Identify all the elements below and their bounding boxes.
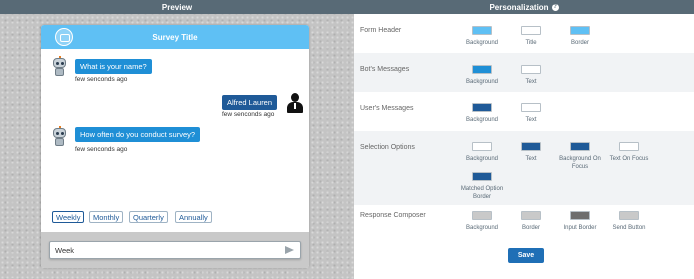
option-weekly[interactable]: Weekly — [52, 211, 85, 223]
swatch-label: Background — [465, 79, 499, 85]
option-annually[interactable]: Annually — [175, 211, 212, 223]
color-swatch[interactable] — [521, 26, 541, 35]
color-swatch[interactable] — [521, 103, 541, 112]
color-swatch[interactable] — [521, 211, 541, 220]
preview-pane: Preview Survey Title What is your name? … — [0, 0, 354, 279]
message-timestamp: few senconds ago — [75, 146, 128, 153]
color-swatch[interactable] — [521, 142, 541, 151]
swatch-user-text[interactable]: Text — [503, 103, 559, 124]
section-selection-options: Selection Options Background Text Backgr… — [354, 131, 694, 205]
swatch-bot-background[interactable]: Background — [454, 65, 510, 86]
swatch-label: Send Button — [612, 225, 646, 231]
swatch-bot-text[interactable]: Text — [503, 65, 559, 86]
section-users-messages: User's Messages Background Text — [354, 92, 694, 131]
swatch-option-text[interactable]: Text — [503, 142, 559, 163]
swatch-label: Background — [465, 156, 499, 162]
swatch-matched-option-border[interactable]: Matched Option Border — [454, 172, 510, 201]
chat-window: Survey Title What is your name? few senc… — [41, 25, 309, 268]
color-swatch[interactable] — [472, 172, 492, 181]
bot-avatar-icon — [50, 126, 70, 147]
swatch-form-header-border[interactable]: Border — [552, 26, 608, 47]
option-quarterly[interactable]: Quarterly — [129, 211, 168, 223]
swatch-composer-input-border[interactable]: Input Border — [552, 211, 608, 232]
swatch-label: Border — [570, 40, 589, 46]
survey-title: Survey Title — [152, 32, 198, 42]
swatch-option-text-on-focus[interactable]: Text On Focus — [601, 142, 657, 163]
section-bots-messages: Bot's Messages Background Text — [354, 53, 694, 92]
message-timestamp: few senconds ago — [222, 111, 275, 118]
swatch-option-background-on-focus[interactable]: Background On Focus — [552, 142, 608, 171]
swatch-label: Text — [525, 117, 537, 123]
bot-message: How often do you conduct survey? — [75, 127, 201, 142]
option-monthly[interactable]: Monthly — [89, 211, 124, 223]
save-button[interactable]: Save — [508, 248, 544, 263]
bot-message: What is your name? — [75, 59, 152, 74]
swatch-label: Input Border — [563, 225, 597, 231]
composer-input-value: Week — [55, 245, 75, 255]
swatch-composer-send-button[interactable]: Send Button — [601, 211, 657, 232]
user-message: Alfred Lauren — [222, 95, 278, 110]
swatch-label: Text On Focus — [609, 156, 649, 162]
swatch-user-background[interactable]: Background — [454, 103, 510, 124]
swatch-form-header-background[interactable]: Background — [454, 26, 510, 47]
swatch-label: Matched Option Border — [460, 186, 504, 200]
color-swatch[interactable] — [570, 142, 590, 151]
section-label: Response Composer — [360, 212, 426, 219]
swatch-composer-border[interactable]: Border — [503, 211, 559, 232]
color-swatch[interactable] — [472, 142, 492, 151]
swatch-composer-background[interactable]: Background — [454, 211, 510, 232]
section-label: User's Messages — [360, 105, 414, 112]
swatch-label: Background — [465, 225, 499, 231]
personalization-title: Personalization — [489, 2, 549, 12]
brand-logo-icon — [55, 28, 73, 46]
preview-header: Preview — [0, 0, 354, 14]
personalization-pane: Personalization ? Form Header Background… — [354, 0, 694, 279]
section-form-header: Form Header Background Title Border — [354, 14, 694, 53]
color-swatch[interactable] — [472, 103, 492, 112]
help-icon[interactable]: ? — [551, 3, 559, 11]
section-label: Selection Options — [360, 144, 415, 151]
section-response-composer: Response Composer Background Border Inpu… — [354, 205, 694, 240]
swatch-label: Background — [465, 117, 499, 123]
swatch-label: Text — [525, 156, 537, 162]
color-swatch[interactable] — [619, 142, 639, 151]
swatch-form-header-title[interactable]: Title — [503, 26, 559, 47]
personalization-header: Personalization ? — [354, 0, 694, 14]
color-swatch[interactable] — [570, 26, 590, 35]
color-swatch[interactable] — [472, 26, 492, 35]
swatch-label: Background — [465, 40, 499, 46]
section-label: Form Header — [360, 27, 402, 34]
swatch-label: Text — [525, 79, 537, 85]
swatch-option-background[interactable]: Background — [454, 142, 510, 163]
composer-input[interactable]: Week — [49, 241, 301, 259]
color-swatch[interactable] — [570, 211, 590, 220]
chat-header: Survey Title — [41, 25, 309, 49]
color-swatch[interactable] — [619, 211, 639, 220]
response-composer: Week — [41, 232, 309, 268]
color-swatch[interactable] — [472, 65, 492, 74]
section-label: Bot's Messages — [360, 66, 410, 73]
color-swatch[interactable] — [521, 65, 541, 74]
bot-avatar-icon — [50, 56, 70, 77]
swatch-label: Background On Focus — [559, 156, 601, 170]
send-icon[interactable] — [285, 246, 294, 254]
user-avatar-icon — [286, 92, 304, 114]
swatch-label: Border — [521, 225, 540, 231]
swatch-label: Title — [525, 40, 537, 46]
color-swatch[interactable] — [472, 211, 492, 220]
message-timestamp: few senconds ago — [75, 76, 128, 83]
